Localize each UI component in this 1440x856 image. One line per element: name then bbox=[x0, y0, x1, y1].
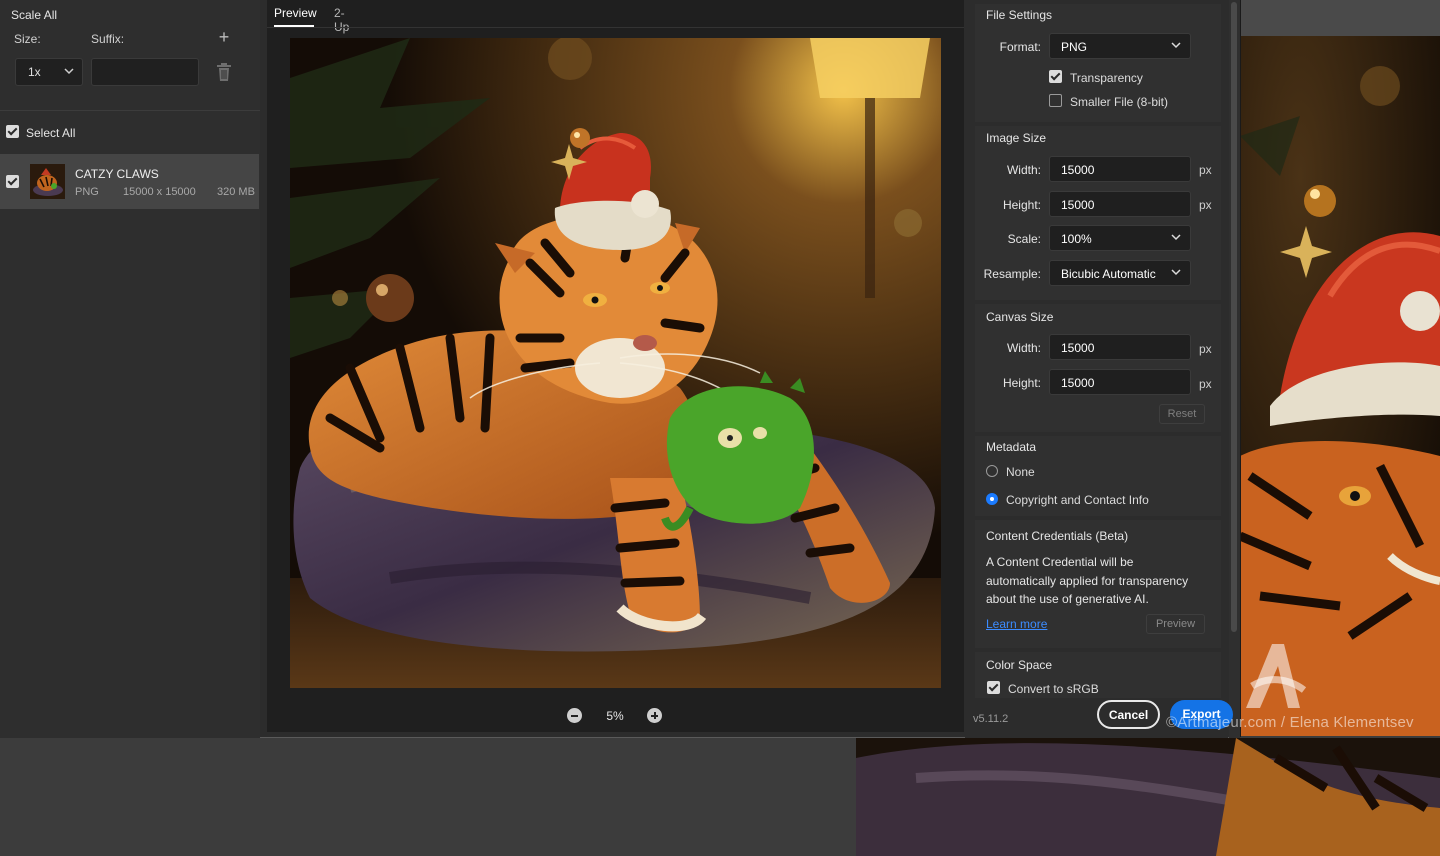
add-scale-icon[interactable]: + bbox=[214, 28, 234, 48]
convert-srgb-checkbox[interactable] bbox=[987, 681, 1000, 694]
image-height-unit: px bbox=[1199, 198, 1212, 212]
reset-button[interactable]: Reset bbox=[1159, 404, 1205, 424]
tabs-divider bbox=[267, 27, 964, 28]
background-toolbar bbox=[1236, 0, 1440, 36]
image-width-value: 15000 bbox=[1061, 163, 1095, 177]
canvas-height-value: 15000 bbox=[1061, 376, 1095, 390]
asset-thumbnail bbox=[30, 164, 65, 199]
transparency-checkbox[interactable] bbox=[1049, 70, 1062, 83]
select-all-label: Select All bbox=[26, 126, 76, 140]
trash-icon[interactable] bbox=[215, 62, 233, 82]
image-width-input[interactable]: 15000 bbox=[1049, 156, 1191, 182]
export-as-dialog: Scale All Size: Suffix: + 1x Select All … bbox=[0, 0, 1241, 738]
chevron-down-icon bbox=[1171, 234, 1181, 241]
watermark-text: ©Artmajeur.com / Elena Klementsev bbox=[1166, 714, 1414, 731]
transparency-label: Transparency bbox=[1070, 71, 1143, 85]
metadata-copyright-radio[interactable] bbox=[986, 493, 998, 505]
image-size-title: Image Size bbox=[986, 131, 1047, 145]
zoom-level: 5% bbox=[606, 709, 624, 723]
smaller-file-checkbox[interactable] bbox=[1049, 94, 1062, 107]
canvas-width-input[interactable]: 15000 bbox=[1049, 334, 1191, 360]
metadata-copyright-label: Copyright and Contact Info bbox=[1006, 493, 1149, 507]
scrollbar-thumb[interactable] bbox=[1231, 2, 1237, 632]
color-space-title: Color Space bbox=[986, 658, 1053, 672]
resample-value: Bicubic Automatic bbox=[1061, 267, 1156, 281]
cancel-button[interactable]: Cancel bbox=[1097, 700, 1160, 729]
canvas-height-unit: px bbox=[1199, 377, 1212, 391]
tab-preview[interactable]: Preview bbox=[274, 6, 317, 20]
content-credentials-title: Content Credentials (Beta) bbox=[986, 529, 1129, 543]
image-height-label: Height: bbox=[1002, 198, 1041, 212]
background-artwork-bottom bbox=[856, 738, 1440, 856]
background-artwork-right bbox=[1240, 36, 1440, 736]
preview-image bbox=[290, 38, 941, 688]
canvas-size-title: Canvas Size bbox=[986, 310, 1054, 324]
image-width-label: Width: bbox=[1006, 163, 1041, 177]
tab-2-up[interactable]: 2-Up bbox=[334, 6, 349, 34]
format-label: Format: bbox=[999, 40, 1041, 54]
scale-label: Scale: bbox=[1007, 232, 1041, 246]
file-settings-title: File Settings bbox=[986, 8, 1053, 22]
content-credentials-description: A Content Credential will be automatical… bbox=[986, 555, 1189, 606]
panel-divider bbox=[0, 110, 260, 111]
asset-file-size: 320 MB bbox=[217, 186, 255, 198]
asset-dimensions: 15000 x 15000 bbox=[123, 186, 196, 198]
metadata-title: Metadata bbox=[986, 440, 1037, 454]
active-tab-indicator bbox=[274, 25, 314, 27]
version-label: v5.11.2 bbox=[973, 713, 1009, 725]
credentials-preview-button[interactable]: Preview bbox=[1146, 614, 1205, 634]
scale-select[interactable]: 1x bbox=[15, 58, 83, 86]
metadata-none-radio[interactable] bbox=[986, 465, 998, 477]
canvas-width-label: Width: bbox=[1006, 341, 1041, 355]
metadata-none-label: None bbox=[1006, 465, 1035, 479]
watermark-logo-icon bbox=[1246, 644, 1307, 708]
scale-value: 100% bbox=[1061, 232, 1092, 246]
resample-label: Resample: bbox=[983, 267, 1041, 281]
zoom-out-icon[interactable] bbox=[567, 708, 582, 723]
size-label: Size: bbox=[14, 32, 41, 46]
canvas-height-label: Height: bbox=[1002, 376, 1041, 390]
image-height-value: 15000 bbox=[1061, 198, 1095, 212]
select-all-checkbox[interactable] bbox=[6, 125, 19, 138]
canvas-height-input[interactable]: 15000 bbox=[1049, 369, 1191, 395]
canvas-width-unit: px bbox=[1199, 342, 1212, 356]
asset-name: CATZY CLAWS bbox=[75, 167, 159, 181]
suffix-input[interactable] bbox=[91, 58, 199, 86]
chevron-down-icon bbox=[1171, 269, 1181, 276]
chevron-down-icon bbox=[1171, 42, 1181, 49]
chevron-down-icon bbox=[64, 68, 74, 75]
canvas-width-value: 15000 bbox=[1061, 341, 1095, 355]
format-select[interactable]: PNG bbox=[1049, 33, 1191, 59]
scale-all-title: Scale All bbox=[11, 8, 58, 22]
zoom-in-icon[interactable] bbox=[647, 708, 662, 723]
asset-checkbox[interactable] bbox=[6, 175, 19, 188]
learn-more-link[interactable]: Learn more bbox=[986, 617, 1047, 631]
image-height-input[interactable]: 15000 bbox=[1049, 191, 1191, 217]
format-value: PNG bbox=[1061, 40, 1088, 54]
suffix-label: Suffix: bbox=[91, 32, 125, 46]
scale-select-value: 1x bbox=[28, 65, 41, 79]
smaller-file-label: Smaller File (8-bit) bbox=[1070, 95, 1169, 109]
convert-srgb-label: Convert to sRGB bbox=[1008, 682, 1099, 696]
image-width-unit: px bbox=[1199, 163, 1212, 177]
scale-select[interactable]: 100% bbox=[1049, 225, 1191, 251]
resample-select[interactable]: Bicubic Automatic bbox=[1049, 260, 1191, 286]
asset-format: PNG bbox=[75, 186, 99, 198]
